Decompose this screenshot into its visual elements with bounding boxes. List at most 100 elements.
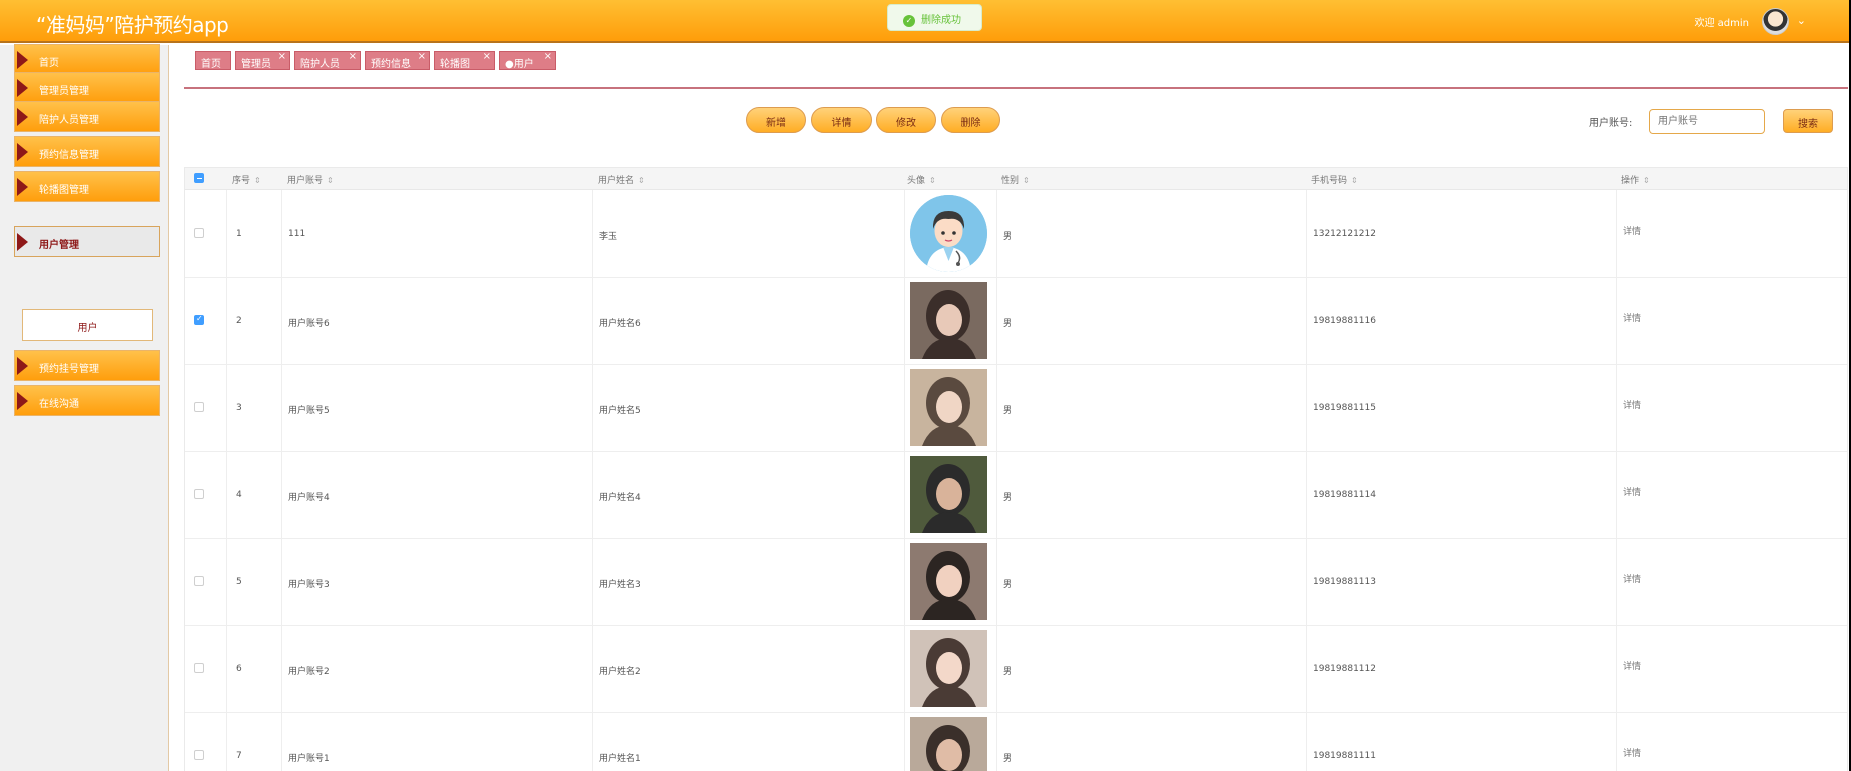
row-checkbox[interactable] [194, 750, 204, 760]
cell-account: 用户账号1 [288, 754, 330, 764]
tab-label: 预约信息 [371, 59, 411, 70]
row-checkbox[interactable] [194, 489, 204, 499]
add-button[interactable]: 新增 [746, 107, 806, 133]
sort-icon[interactable]: ⇕ [1023, 176, 1030, 185]
close-icon[interactable]: × [483, 51, 491, 62]
tab-home[interactable]: 首页 [195, 51, 231, 70]
cell-phone: 19819881115 [1313, 403, 1376, 413]
user-photo [910, 543, 987, 620]
toast-message: 删除成功 [921, 15, 961, 26]
close-icon[interactable]: × [349, 51, 357, 62]
row-detail-link[interactable]: 详情 [1623, 659, 1641, 672]
sidebar-item-appointments[interactable]: 预约信息管理 [14, 136, 160, 167]
tab-label: 陪护人员 [300, 59, 340, 70]
sort-icon[interactable]: ⇕ [1643, 176, 1650, 185]
sidebar-item-chat[interactable]: 在线沟通 [14, 385, 160, 416]
cell-name: 用户姓名1 [599, 754, 641, 764]
row-detail-link[interactable]: 详情 [1623, 311, 1641, 324]
row-detail-link[interactable]: 详情 [1623, 224, 1641, 237]
sidebar-item-caregivers[interactable]: 陪护人员管理 [14, 101, 160, 132]
cell-gender: 男 [1003, 406, 1013, 416]
avatar-image [910, 456, 987, 533]
search-input[interactable] [1649, 109, 1765, 134]
cell-index: 4 [236, 490, 242, 500]
sort-icon[interactable]: ⇕ [327, 176, 334, 185]
sidebar-item-label: 首页 [39, 58, 59, 69]
app-window: “准妈妈”陪护预约app ✓ 删除成功 欢迎 admin ⌄ 首页 管理员管理 陪… [0, 0, 1851, 771]
close-icon[interactable]: × [418, 51, 426, 62]
cell-account: 用户账号5 [288, 406, 330, 416]
tab-admin[interactable]: 管理员 × [235, 51, 290, 70]
delete-button[interactable]: 删除 [941, 107, 1000, 133]
row-checkbox[interactable] [194, 576, 204, 586]
avatar-image [910, 543, 987, 620]
row-checkbox[interactable] [194, 314, 204, 325]
row-detail-link[interactable]: 详情 [1623, 746, 1641, 759]
chevron-down-icon[interactable]: ⌄ [1797, 14, 1806, 27]
tab-appointments[interactable]: 预约信息 × [365, 51, 430, 70]
edit-button[interactable]: 修改 [876, 107, 936, 133]
sort-icon[interactable]: ⇕ [929, 176, 936, 185]
sidebar-item-home[interactable]: 首页 [14, 44, 160, 75]
triangle-right-icon [17, 357, 28, 375]
welcome-text: 欢迎 admin [1694, 18, 1749, 29]
column-header-phone[interactable]: 手机号码 ⇕ [1311, 173, 1358, 186]
sidebar-item-label: 在线沟通 [39, 399, 79, 410]
sort-icon[interactable]: ⇕ [638, 176, 645, 185]
cell-gender: 男 [1003, 232, 1013, 242]
table-row[interactable]: 4 用户账号4 用户姓名4 男 19819881114 详情 [185, 452, 1847, 539]
table-row[interactable]: 5 用户账号3 用户姓名3 男 19819881113 详情 [185, 539, 1847, 626]
cell-phone: 19819881116 [1313, 316, 1376, 326]
table-row[interactable]: 2 用户账号6 用户姓名6 男 19819881116 详情 [185, 278, 1847, 365]
close-icon[interactable]: × [544, 51, 552, 62]
submenu-item-user[interactable]: 用户 [22, 309, 153, 341]
table-row[interactable]: 1 111 李玉男 13212121212 详情 [185, 191, 1847, 278]
sidebar-item-admin[interactable]: 管理员管理 [14, 72, 160, 103]
column-header-name[interactable]: 用户姓名 ⇕ [598, 173, 645, 186]
triangle-right-icon [17, 51, 28, 69]
tab-carousel[interactable]: 轮播图 × [434, 51, 495, 70]
tab-label: 首页 [201, 59, 221, 70]
row-checkbox[interactable] [194, 663, 204, 673]
tab-users[interactable]: ●用户 × [499, 51, 556, 70]
select-all-checkbox[interactable] [194, 173, 204, 183]
column-header-account[interactable]: 用户账号 ⇕ [287, 173, 334, 186]
user-avatar[interactable] [1762, 8, 1789, 35]
sidebar-item-label: 预约信息管理 [39, 150, 99, 161]
sidebar-item-users[interactable]: 用户管理 [14, 226, 160, 257]
tab-caregivers[interactable]: 陪护人员 × [294, 51, 361, 70]
column-header-actions[interactable]: 操作 ⇕ [1621, 173, 1650, 186]
sidebar: 首页 管理员管理 陪护人员管理 预约信息管理 轮播图管理 用户管理 用户 预约挂… [0, 44, 169, 771]
cell-name: 用户姓名4 [599, 493, 641, 503]
header-label: 序号 [232, 176, 251, 186]
sidebar-item-registrations[interactable]: 预约挂号管理 [14, 350, 160, 381]
sidebar-item-label: 陪护人员管理 [39, 115, 99, 126]
tab-divider [184, 87, 1848, 89]
sort-icon[interactable]: ⇕ [1351, 176, 1358, 185]
row-detail-link[interactable]: 详情 [1623, 572, 1641, 585]
row-checkbox[interactable] [194, 228, 204, 238]
cell-phone: 13212121212 [1313, 229, 1376, 239]
cell-name: 李玉 [599, 232, 618, 242]
row-detail-link[interactable]: 详情 [1623, 485, 1641, 498]
table-row[interactable]: 3 用户账号5 用户姓名5 男 19819881115 详情 [185, 365, 1847, 452]
table-row[interactable]: 6 用户账号2 用户姓名2 男 19819881112 详情 [185, 626, 1847, 713]
row-detail-link[interactable]: 详情 [1623, 398, 1641, 411]
triangle-right-icon [17, 233, 28, 251]
sort-icon[interactable]: ⇕ [254, 176, 261, 185]
tab-label: ●用户 [505, 59, 534, 70]
row-checkbox[interactable] [194, 402, 204, 412]
close-icon[interactable]: × [278, 51, 286, 62]
column-header-gender[interactable]: 性别 ⇕ [1001, 173, 1030, 186]
avatar-image [910, 369, 987, 446]
search-button[interactable]: 搜索 [1783, 109, 1833, 133]
cell-index: 2 [236, 316, 242, 326]
cell-account: 111 [288, 229, 306, 239]
sidebar-item-carousel[interactable]: 轮播图管理 [14, 171, 160, 202]
table-row[interactable]: 7 用户账号1 用户姓名1 男 19819881111 详情 [185, 713, 1847, 771]
column-header-index[interactable]: 序号 ⇕ [232, 173, 261, 186]
column-header-avatar[interactable]: 头像 ⇕ [907, 173, 936, 186]
tab-label: 轮播图 [440, 59, 470, 70]
detail-button[interactable]: 详情 [811, 107, 872, 133]
cell-gender: 男 [1003, 754, 1013, 764]
